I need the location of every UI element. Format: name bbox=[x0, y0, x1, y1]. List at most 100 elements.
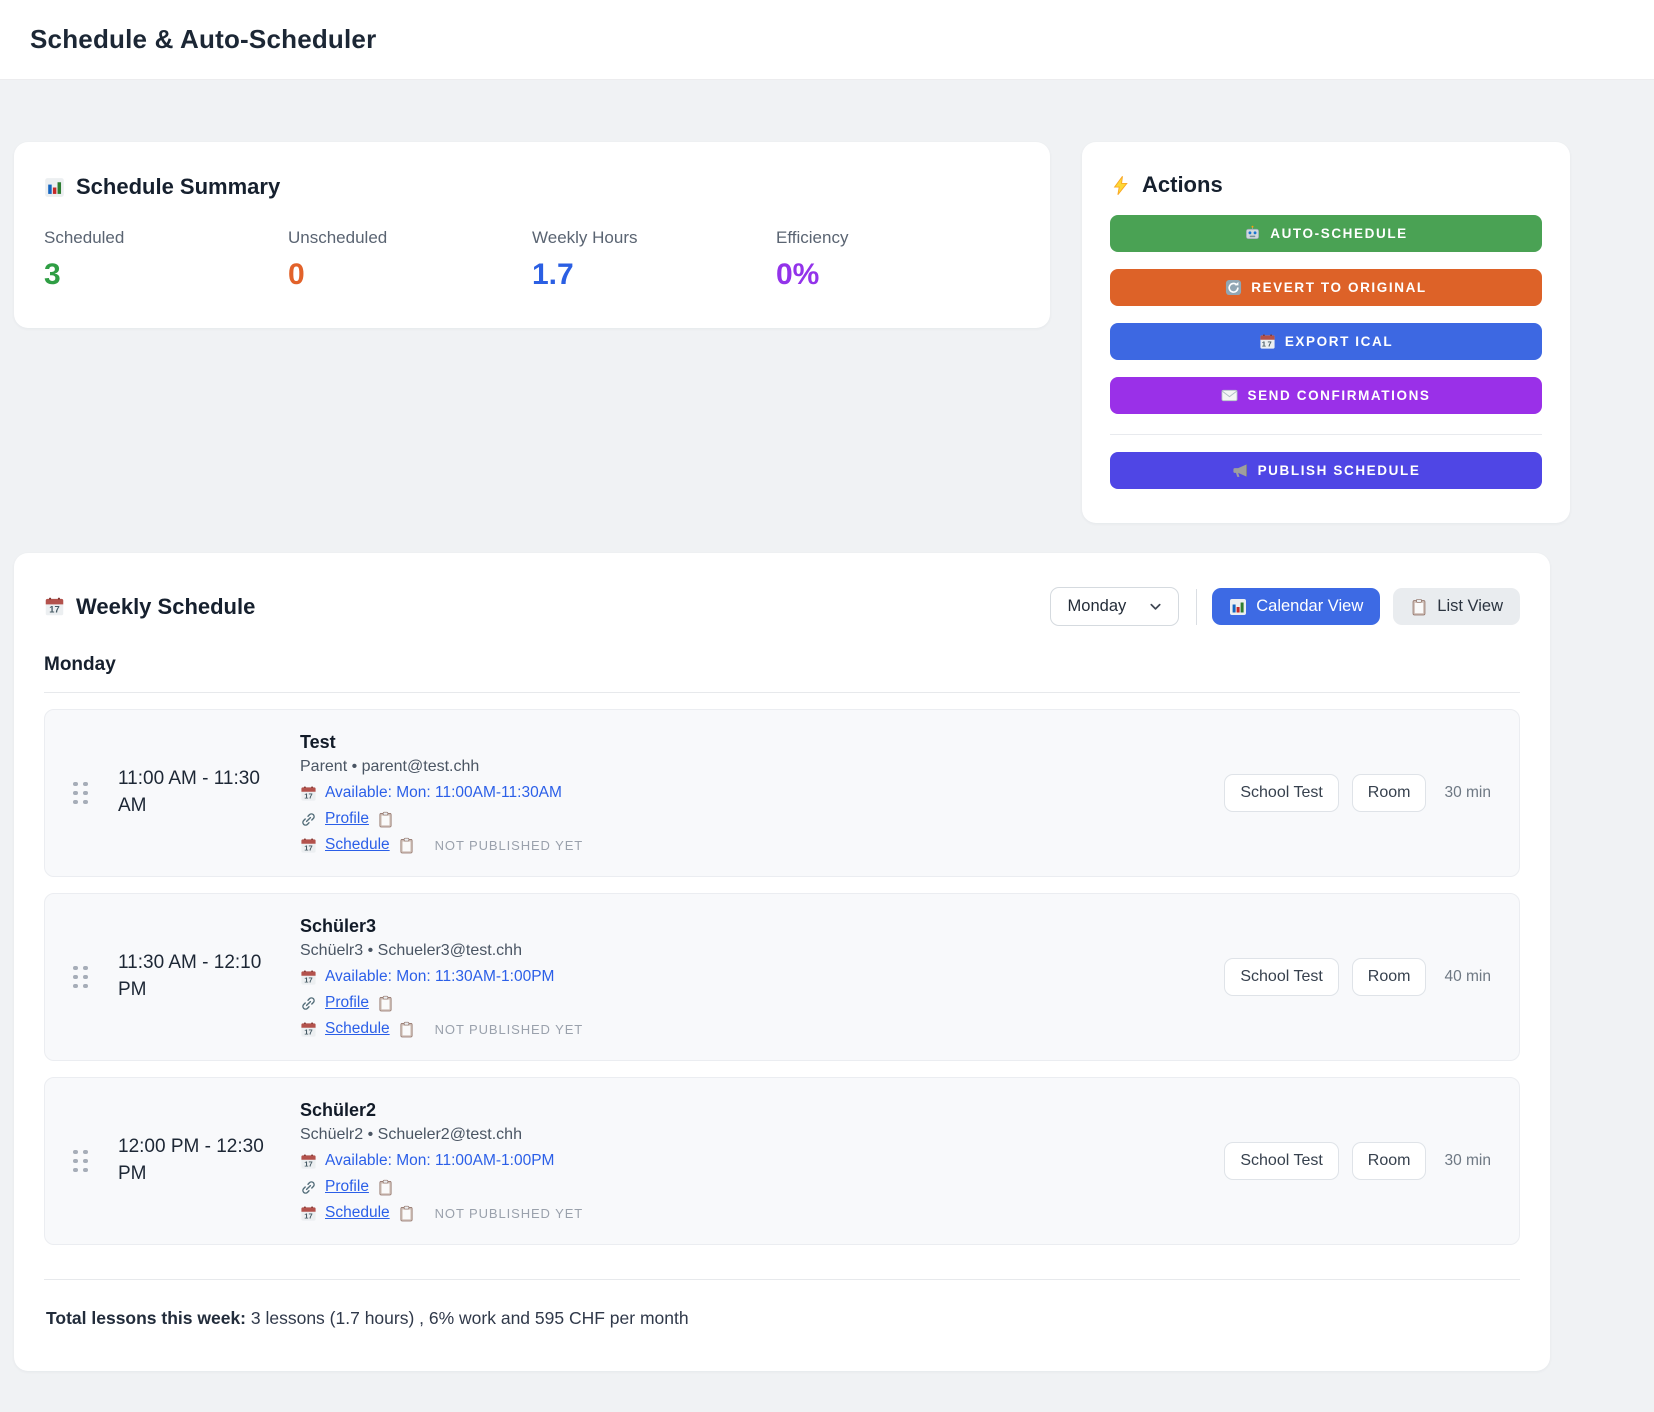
clipboard-icon[interactable] bbox=[398, 837, 415, 854]
room-pill[interactable]: Room bbox=[1352, 774, 1427, 812]
action-button[interactable]: REVERT TO ORIGINAL bbox=[1110, 269, 1542, 306]
schedule-link[interactable]: Schedule bbox=[325, 1204, 390, 1222]
lesson-card: 11:00 AM - 11:30 AM Test Parent • parent… bbox=[44, 709, 1520, 877]
clipboard-icon[interactable] bbox=[377, 1179, 394, 1196]
action-button[interactable]: AUTO-SCHEDULE bbox=[1110, 215, 1542, 252]
link-icon bbox=[300, 811, 317, 828]
action-button-icon bbox=[1225, 279, 1242, 296]
lesson-subtitle: Schüelr2 • Schueler2@test.chh bbox=[300, 1126, 583, 1144]
school-pill[interactable]: School Test bbox=[1224, 958, 1338, 996]
lesson-subtitle: Schüelr3 • Schueler3@test.chh bbox=[300, 942, 583, 960]
action-button-icon bbox=[1232, 462, 1249, 479]
calendar-icon: 17 bbox=[44, 596, 65, 617]
drag-handle[interactable] bbox=[73, 966, 88, 989]
summary-stat: Weekly Hours 1.7 bbox=[532, 228, 776, 292]
action-button-label: EXPORT ICAL bbox=[1285, 334, 1393, 349]
actions-card: Actions AUTO-SCHEDULE REVERT TO ORIGINAL… bbox=[1082, 142, 1570, 523]
stat-label: Efficiency bbox=[776, 228, 1020, 248]
calendar-icon: 17 bbox=[300, 969, 317, 986]
calendar-icon: 17 bbox=[300, 1205, 317, 1222]
lesson-duration: 30 min bbox=[1444, 1152, 1491, 1170]
svg-text:17: 17 bbox=[304, 1027, 312, 1036]
action-button[interactable]: 17 EXPORT ICAL bbox=[1110, 323, 1542, 360]
link-icon bbox=[300, 995, 317, 1012]
weekly-total-label: Total lessons this week: bbox=[46, 1308, 246, 1328]
page-title: Schedule & Auto-Scheduler bbox=[30, 24, 376, 55]
weekly-schedule-title-text: Weekly Schedule bbox=[76, 594, 255, 620]
clipboard-icon[interactable] bbox=[377, 995, 394, 1012]
lesson-name: Test bbox=[300, 732, 583, 753]
svg-text:17: 17 bbox=[304, 1211, 312, 1220]
actions-divider bbox=[1110, 434, 1542, 435]
actions-button-list: AUTO-SCHEDULE REVERT TO ORIGINAL 17 EXPO… bbox=[1110, 215, 1542, 489]
schedule-link[interactable]: Schedule bbox=[325, 1020, 390, 1038]
weekly-schedule-card: 17 Weekly Schedule Monday Calendar View … bbox=[14, 553, 1550, 1371]
list-view-label: List View bbox=[1437, 597, 1503, 616]
svg-text:17: 17 bbox=[304, 1159, 312, 1168]
bar-chart-icon bbox=[1229, 598, 1247, 616]
weekly-schedule-title: 17 Weekly Schedule bbox=[44, 594, 255, 620]
day-heading: Monday bbox=[44, 654, 1520, 693]
lesson-subtitle: Parent • parent@test.chh bbox=[300, 758, 583, 776]
controls-divider bbox=[1196, 589, 1197, 625]
clipboard-icon[interactable] bbox=[377, 811, 394, 828]
summary-stats: Scheduled 3 Unscheduled 0 Weekly Hours 1… bbox=[44, 228, 1020, 292]
chevron-down-icon bbox=[1148, 599, 1163, 614]
svg-text:17: 17 bbox=[49, 605, 59, 615]
lessons-list: 11:00 AM - 11:30 AM Test Parent • parent… bbox=[44, 709, 1520, 1245]
calendar-icon: 17 bbox=[300, 1153, 317, 1170]
profile-link[interactable]: Profile bbox=[325, 994, 369, 1012]
action-button[interactable]: PUBLISH SCHEDULE bbox=[1110, 452, 1542, 489]
stat-value: 3 bbox=[44, 258, 288, 292]
lightning-icon bbox=[1110, 175, 1131, 196]
svg-text:17: 17 bbox=[304, 791, 312, 800]
action-button-label: REVERT TO ORIGINAL bbox=[1251, 280, 1427, 295]
stat-label: Unscheduled bbox=[288, 228, 532, 248]
lesson-name: Schüler2 bbox=[300, 1100, 583, 1121]
calendar-view-button[interactable]: Calendar View bbox=[1212, 588, 1380, 625]
profile-link[interactable]: Profile bbox=[325, 810, 369, 828]
svg-text:17: 17 bbox=[304, 843, 312, 852]
weekly-total-text: 3 lessons (1.7 hours) , 6% work and 595 … bbox=[246, 1308, 689, 1328]
day-select-value: Monday bbox=[1068, 597, 1127, 616]
stat-value: 1.7 bbox=[532, 258, 776, 292]
schedule-summary-title-text: Schedule Summary bbox=[76, 174, 280, 200]
school-pill[interactable]: School Test bbox=[1224, 1142, 1338, 1180]
room-pill[interactable]: Room bbox=[1352, 958, 1427, 996]
room-pill[interactable]: Room bbox=[1352, 1142, 1427, 1180]
lesson-availability: Available: Mon: 11:00AM-11:30AM bbox=[325, 784, 562, 802]
weekly-total-footer: Total lessons this week: 3 lessons (1.7 … bbox=[44, 1279, 1520, 1347]
top-header-bar: Schedule & Auto-Scheduler bbox=[0, 0, 1654, 80]
summary-stat: Unscheduled 0 bbox=[288, 228, 532, 292]
main-content: Schedule Summary Scheduled 3 Unscheduled… bbox=[14, 80, 1550, 1371]
lesson-time: 12:00 PM - 12:30 PM bbox=[118, 1134, 268, 1187]
not-published-badge: NOT PUBLISHED YET bbox=[435, 838, 583, 853]
list-view-button[interactable]: List View bbox=[1393, 588, 1520, 625]
clipboard-icon[interactable] bbox=[398, 1021, 415, 1038]
lesson-name: Schüler3 bbox=[300, 916, 583, 937]
summary-stat: Scheduled 3 bbox=[44, 228, 288, 292]
svg-text:17: 17 bbox=[1262, 339, 1273, 348]
action-button-icon bbox=[1221, 387, 1238, 404]
profile-link[interactable]: Profile bbox=[325, 1178, 369, 1196]
clipboard-icon bbox=[1410, 598, 1428, 616]
drag-handle[interactable] bbox=[73, 1150, 88, 1173]
action-button-icon: 17 bbox=[1259, 333, 1276, 350]
calendar-icon: 17 bbox=[300, 1021, 317, 1038]
schedule-link[interactable]: Schedule bbox=[325, 836, 390, 854]
action-button[interactable]: SEND CONFIRMATIONS bbox=[1110, 377, 1542, 414]
lesson-card: 11:30 AM - 12:10 PM Schüler3 Schüelr3 • … bbox=[44, 893, 1520, 1061]
drag-handle[interactable] bbox=[73, 782, 88, 805]
action-button-label: PUBLISH SCHEDULE bbox=[1258, 463, 1421, 478]
actions-title: Actions bbox=[1110, 172, 1542, 198]
day-select-dropdown[interactable]: Monday bbox=[1050, 587, 1180, 626]
bar-chart-icon bbox=[44, 177, 65, 198]
school-pill[interactable]: School Test bbox=[1224, 774, 1338, 812]
summary-stat: Efficiency 0% bbox=[776, 228, 1020, 292]
actions-title-text: Actions bbox=[1142, 172, 1223, 198]
link-icon bbox=[300, 1179, 317, 1196]
calendar-view-label: Calendar View bbox=[1256, 597, 1363, 616]
calendar-icon: 17 bbox=[300, 837, 317, 854]
stat-label: Weekly Hours bbox=[532, 228, 776, 248]
clipboard-icon[interactable] bbox=[398, 1205, 415, 1222]
